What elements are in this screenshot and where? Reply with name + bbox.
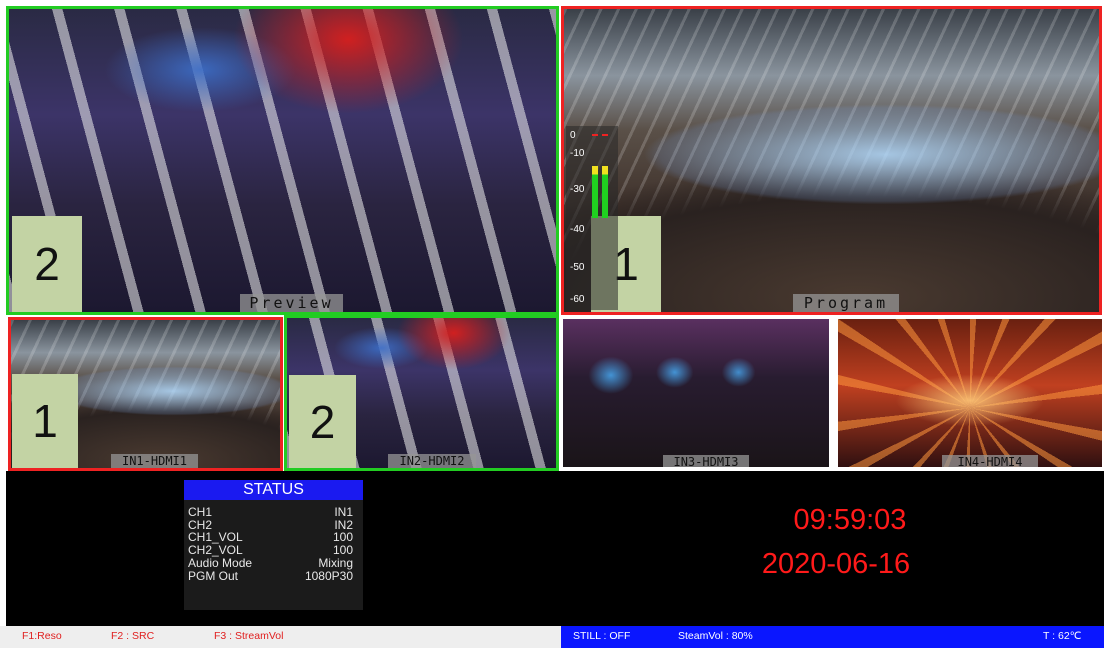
input-4-label: IN4-HDMI4: [942, 455, 1038, 467]
status-key: PGM Out: [188, 568, 239, 583]
input-2-number-badge: 2: [289, 375, 356, 468]
preview-video: [9, 9, 556, 312]
preview-number-badge: 2: [12, 216, 82, 312]
stream-volume-status: SteamVol : 80%: [678, 630, 753, 642]
input-1-window[interactable]: 1 IN1-HDMI1: [8, 317, 283, 471]
input-2-window[interactable]: 2 IN2-HDMI2: [284, 315, 559, 471]
vu-tick: -30: [570, 184, 585, 195]
status-rows: CH1 IN1 CH2 IN2 CH1_VOL 100 CH2_VOL 100 …: [184, 500, 363, 582]
vu-bar-right: [602, 134, 608, 136]
input-2-label: IN2-HDMI2: [388, 454, 476, 468]
input-1-number-badge: 1: [12, 374, 78, 468]
input-3-video: [563, 319, 829, 467]
still-status: STILL : OFF: [573, 630, 631, 642]
hotkey-f1[interactable]: F1:Reso: [22, 630, 62, 642]
input-4-window[interactable]: IN4-HDMI4: [836, 317, 1104, 469]
program-window[interactable]: 1 Program: [561, 6, 1102, 315]
temperature-status: T : 62℃: [1043, 630, 1082, 642]
vu-tick: -40: [570, 224, 585, 235]
status-panel: STATUS CH1 IN1 CH2 IN2 CH1_VOL 100 CH2_V…: [184, 480, 363, 610]
status-key: CH1: [188, 505, 213, 519]
status-row: CH2_VOL 100: [188, 544, 353, 557]
status-title: STATUS: [184, 480, 363, 500]
audio-vu-meter: 0 -10 -30 -40 -50 -60: [566, 126, 618, 310]
status-value: 1080P30: [304, 568, 353, 583]
vu-tick: -10: [570, 148, 585, 159]
status-row: Audio Mode Mixing: [188, 557, 353, 570]
status-key: CH2_VOL: [188, 543, 243, 558]
status-value: IN1: [334, 505, 353, 519]
input-3-window[interactable]: IN3-HDMI3: [561, 317, 831, 469]
hotkey-f3[interactable]: F3 : StreamVol: [214, 630, 283, 642]
input-1-label: IN1-HDMI1: [111, 454, 198, 468]
input-3-label: IN3-HDMI3: [663, 455, 749, 467]
footer-status-bar: [561, 626, 1104, 648]
program-label: Program: [793, 294, 899, 312]
vu-tick: -50: [570, 262, 585, 273]
preview-label: Preview: [240, 294, 343, 312]
preview-window[interactable]: 2 Preview: [6, 6, 559, 315]
hotkey-f2[interactable]: F2 : SRC: [111, 630, 154, 642]
status-row: CH1 IN1: [188, 506, 353, 519]
clock-time: 09:59:03: [793, 504, 907, 536]
status-value: 100: [332, 543, 353, 558]
vu-bar-left-level: [592, 166, 598, 218]
input-4-video: [838, 319, 1102, 467]
vu-bar-left: [592, 134, 598, 136]
status-row: PGM Out 1080P30: [188, 568, 353, 583]
status-key: Audio Mode: [188, 555, 253, 570]
vu-bar-right-level: [602, 166, 608, 218]
status-value: Mixing: [318, 555, 353, 570]
vu-tick: 0: [570, 130, 576, 141]
clock-date: 2020-06-16: [761, 548, 911, 580]
vu-tick: -60: [570, 294, 585, 305]
